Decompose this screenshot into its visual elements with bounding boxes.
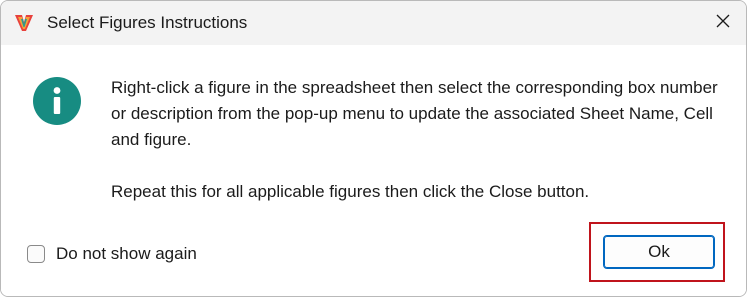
message-paragraph-2: Repeat this for all applicable figures t…: [111, 182, 590, 201]
checkbox-label: Do not show again: [56, 244, 197, 263]
ok-button[interactable]: Ok: [603, 235, 715, 269]
instruction-message: Right-click a figure in the spreadsheet …: [111, 75, 731, 205]
window-title: Select Figures Instructions: [47, 13, 248, 32]
info-icon: [33, 77, 81, 125]
dialog-content: Right-click a figure in the spreadsheet …: [1, 45, 746, 296]
close-button[interactable]: [700, 1, 746, 45]
close-icon: [716, 14, 730, 33]
title-bar: Select Figures Instructions: [1, 1, 746, 45]
message-paragraph-1: Right-click a figure in the spreadsheet …: [111, 78, 718, 149]
do-not-show-again-checkbox[interactable]: [27, 245, 45, 263]
do-not-show-again-option[interactable]: Do not show again: [27, 242, 197, 266]
app-logo-icon: [13, 12, 35, 34]
dialog-window: Select Figures Instructions Right-click …: [0, 0, 747, 297]
